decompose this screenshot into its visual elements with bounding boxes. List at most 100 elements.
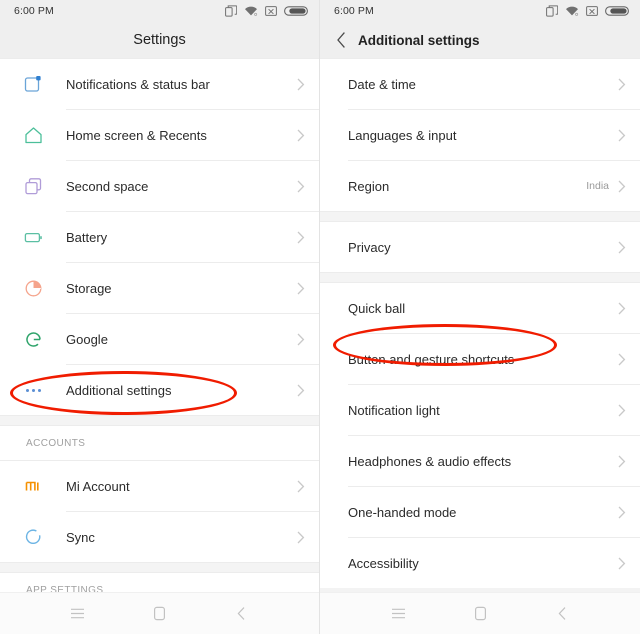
list-item-date-time[interactable]: Date & time <box>320 59 640 109</box>
list-item-one-handed-mode[interactable]: One-handed mode <box>320 487 640 537</box>
dual-sim-icon <box>225 5 237 17</box>
chevron-right-icon <box>618 506 626 519</box>
list-item-label: Notifications & status bar <box>66 76 210 92</box>
sidebar-item-home-screen[interactable]: Home screen & Recents <box>0 110 319 160</box>
title-bar-right: Additional settings <box>320 22 640 58</box>
back-chevron-icon[interactable] <box>326 22 356 58</box>
wifi-icon <box>565 5 579 17</box>
page-title-right: Additional settings <box>358 32 480 48</box>
chevron-right-icon <box>297 384 305 397</box>
nav-bar-left[interactable] <box>0 592 319 634</box>
status-bar-left: 6:00 PM <box>0 0 319 22</box>
list-item-label: Second space <box>66 178 149 194</box>
list-item-label: Additional settings <box>66 382 172 398</box>
google-g-icon <box>22 328 44 350</box>
list-item-label: Privacy <box>348 239 391 255</box>
list-item-privacy[interactable]: Privacy <box>320 222 640 272</box>
list-item-notification-light[interactable]: Notification light <box>320 385 640 435</box>
section-gap <box>0 562 319 573</box>
menu-icon[interactable] <box>386 602 410 626</box>
list-item-label: Button and gesture shortcuts <box>348 351 515 367</box>
sidebar-item-storage[interactable]: Storage <box>0 263 319 313</box>
chevron-right-icon <box>618 241 626 254</box>
title-bar-left: Settings <box>0 22 319 58</box>
wifi-icon <box>244 5 258 17</box>
list-item-quick-ball[interactable]: Quick ball <box>320 283 640 333</box>
section-header-app-settings: APP SETTINGS <box>0 573 319 592</box>
chevron-right-icon <box>618 455 626 468</box>
chevron-right-icon <box>297 282 305 295</box>
sidebar-item-battery[interactable]: Battery <box>0 212 319 262</box>
section-gap <box>320 588 640 592</box>
list-item-value: India <box>586 180 609 192</box>
status-clock: 6:00 PM <box>334 5 374 17</box>
list-item-label: Region <box>348 178 390 194</box>
second-space-icon <box>22 175 44 197</box>
list-item-label: Headphones & audio effects <box>348 453 512 469</box>
list-item-label: Quick ball <box>348 300 406 316</box>
chevron-right-icon <box>618 353 626 366</box>
chevron-right-icon <box>618 78 626 91</box>
nav-bar-right[interactable] <box>320 592 640 634</box>
chevron-right-icon <box>618 129 626 142</box>
chevron-right-icon <box>618 557 626 570</box>
battery-icon <box>605 5 629 17</box>
sidebar-item-sync[interactable]: Sync <box>0 512 319 562</box>
home-square-icon[interactable] <box>148 602 172 626</box>
list-item-languages-input[interactable]: Languages & input <box>320 110 640 160</box>
list-item-button-gesture-shortcuts[interactable]: Button and gesture shortcuts <box>320 334 640 384</box>
section-gap <box>0 415 319 426</box>
dual-sim-icon <box>546 5 558 17</box>
no-signal-icon <box>265 5 277 17</box>
list-item-label: Notification light <box>348 402 440 418</box>
chevron-right-icon <box>297 231 305 244</box>
chevron-right-icon <box>297 180 305 193</box>
sidebar-item-mi-account[interactable]: Mi Account <box>0 461 319 511</box>
list-item-label: Languages & input <box>348 127 457 143</box>
chevron-right-icon <box>297 531 305 544</box>
list-item-label: Google <box>66 331 108 347</box>
chevron-right-icon <box>297 129 305 142</box>
right-phone-screen: 6:00 PM Additional settings Date & time … <box>320 0 640 634</box>
sidebar-item-google[interactable]: Google <box>0 314 319 364</box>
sidebar-item-additional-settings[interactable]: Additional settings <box>0 365 319 415</box>
list-item-label: Date & time <box>348 76 416 92</box>
list-item-label: Sync <box>66 529 95 545</box>
chevron-right-icon <box>618 302 626 315</box>
list-item-region[interactable]: Region India <box>320 161 640 211</box>
menu-icon[interactable] <box>66 602 90 626</box>
chevron-right-icon <box>297 480 305 493</box>
section-gap <box>320 272 640 283</box>
notifications-icon <box>22 73 44 95</box>
home-icon <box>22 124 44 146</box>
list-item-headphones-audio-effects[interactable]: Headphones & audio effects <box>320 436 640 486</box>
section-gap <box>320 211 640 222</box>
sidebar-item-second-space[interactable]: Second space <box>0 161 319 211</box>
back-chevron-icon[interactable] <box>230 602 254 626</box>
list-item-label: Home screen & Recents <box>66 127 207 143</box>
settings-list-left[interactable]: Notifications & status bar Home screen &… <box>0 58 319 592</box>
list-item-label: Battery <box>66 229 108 245</box>
page-title-left: Settings <box>133 32 186 48</box>
left-phone-screen: 6:00 PM Settings Notifications & status … <box>0 0 320 634</box>
more-dots-icon <box>22 379 44 401</box>
no-signal-icon <box>586 5 598 17</box>
section-header-accounts: ACCOUNTS <box>0 426 319 460</box>
chevron-right-icon <box>618 404 626 417</box>
home-square-icon[interactable] <box>468 602 492 626</box>
back-chevron-icon[interactable] <box>550 602 574 626</box>
settings-list-right[interactable]: Date & time Languages & input Region Ind… <box>320 58 640 592</box>
list-item-label: Mi Account <box>66 478 130 494</box>
status-bar-right: 6:00 PM <box>320 0 640 22</box>
chevron-right-icon <box>297 333 305 346</box>
list-item-label: Accessibility <box>348 555 419 571</box>
battery-icon <box>284 5 308 17</box>
battery-settings-icon <box>22 226 44 248</box>
chevron-right-icon <box>618 180 626 193</box>
list-item-label: One-handed mode <box>348 504 457 520</box>
dual-screenshot: 6:00 PM Settings Notifications & status … <box>0 0 640 634</box>
list-item-label: Storage <box>66 280 112 296</box>
status-icons <box>225 5 308 17</box>
sidebar-item-notifications[interactable]: Notifications & status bar <box>0 59 319 109</box>
list-item-accessibility[interactable]: Accessibility <box>320 538 640 588</box>
